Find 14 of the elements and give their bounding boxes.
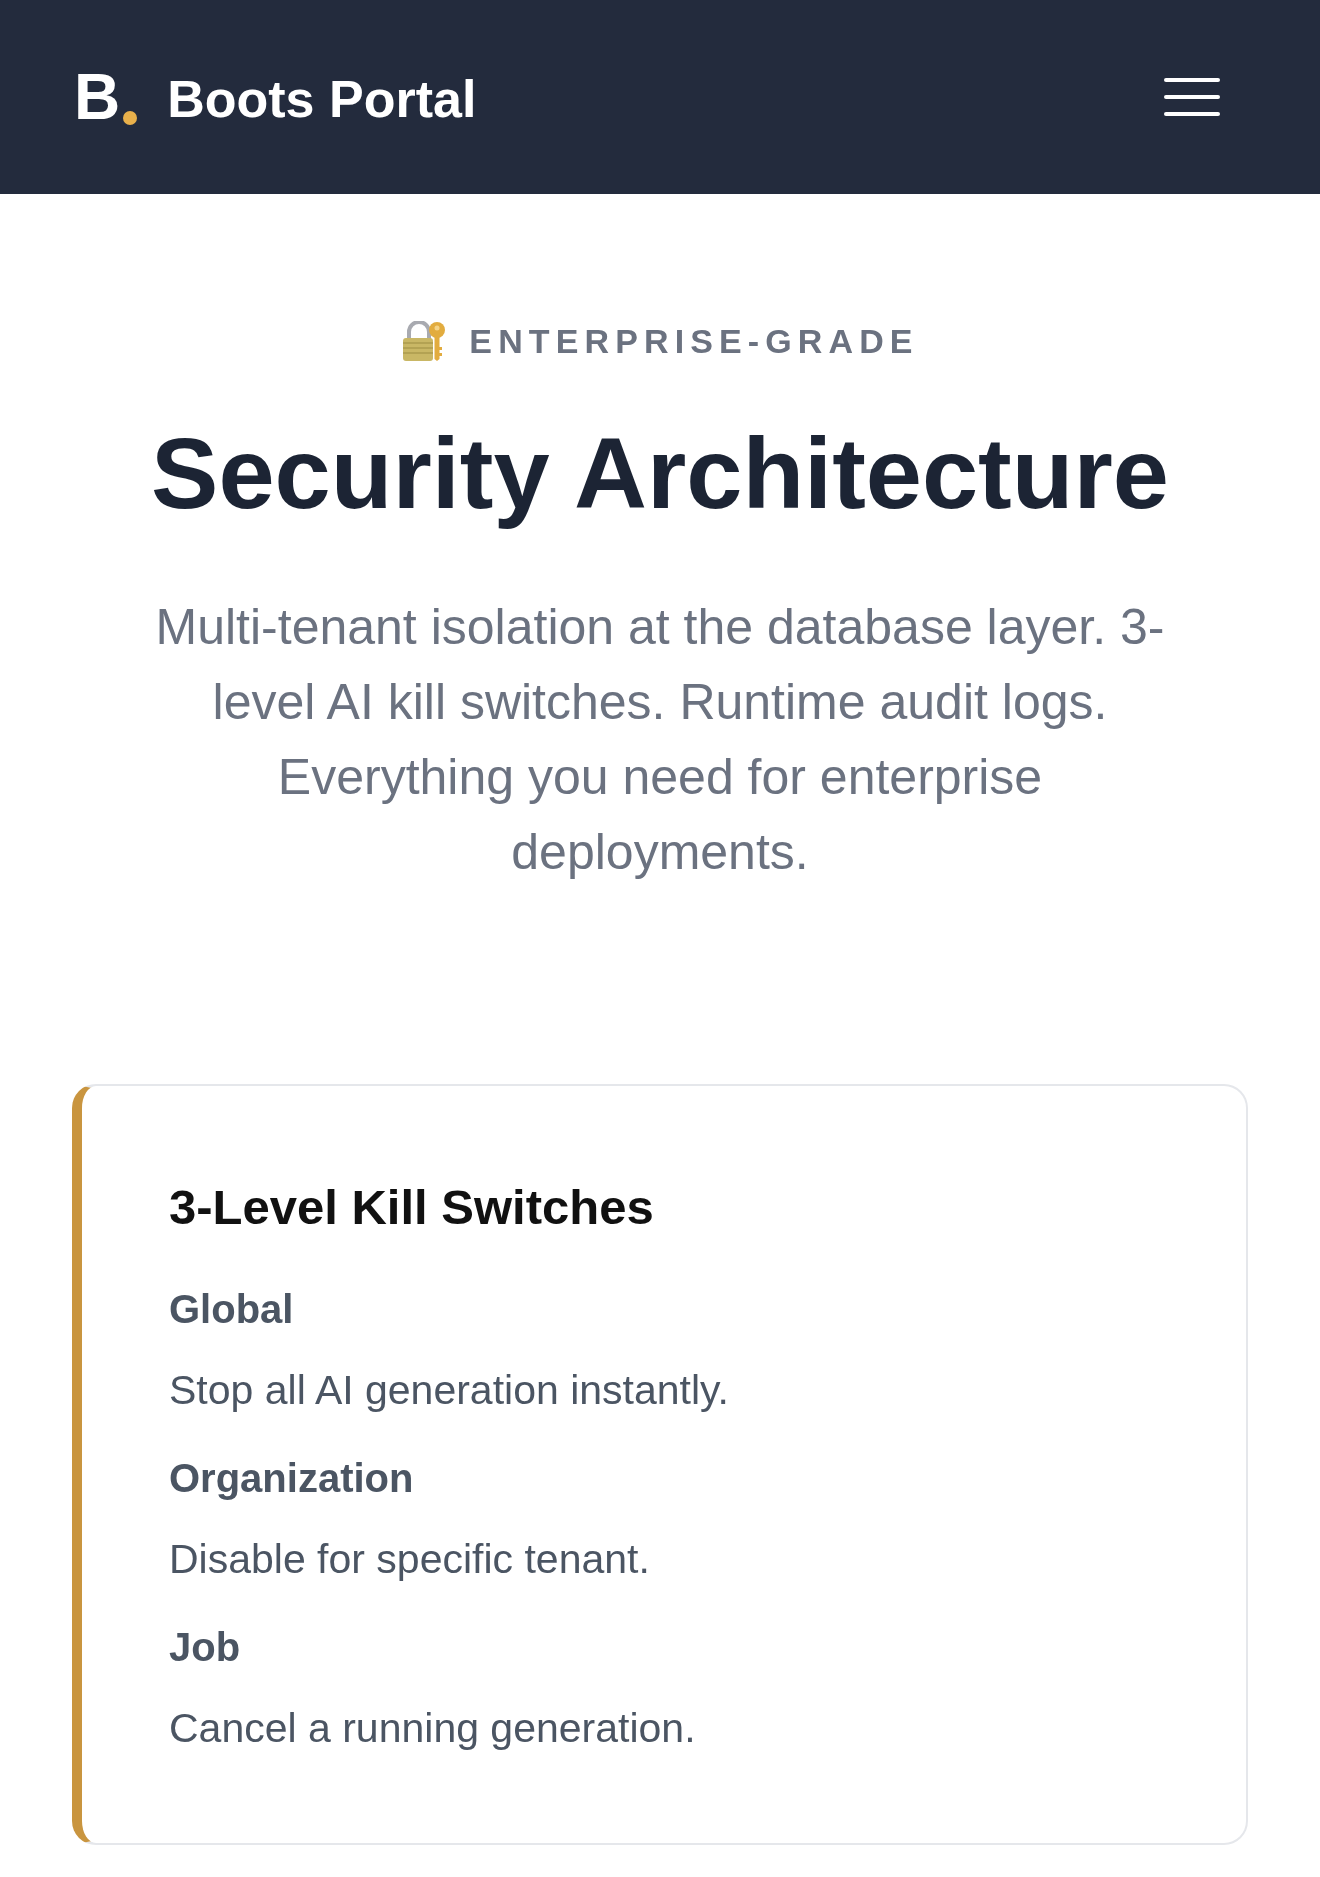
logo-mark: B — [74, 65, 121, 129]
site-title: Boots Portal — [167, 69, 477, 129]
section-eyebrow: ENTERPRISE-GRADE — [469, 321, 919, 361]
section-heading: Security Architecture — [151, 416, 1169, 531]
switch-level-description: Stop all AI generation instantly. — [169, 1366, 730, 1414]
switch-level-description: Cancel a running generation. — [169, 1704, 697, 1752]
switch-level-label: Job — [169, 1624, 242, 1671]
section-description: Multi-tenant isolation at the database layer. 3-level AI kill switches. Runtime audit logs. Everything you need for enterprise deployments. — [154, 598, 1166, 882]
card-title: 3-Level Kill Switches — [169, 1179, 655, 1235]
switch-level-label: Global — [169, 1286, 295, 1333]
menu-icon — [1164, 78, 1220, 116]
switch-level-label: Organization — [169, 1455, 415, 1502]
lock-with-key-icon — [401, 321, 448, 361]
switch-level-description: Disable for specific tenant. — [169, 1535, 651, 1583]
